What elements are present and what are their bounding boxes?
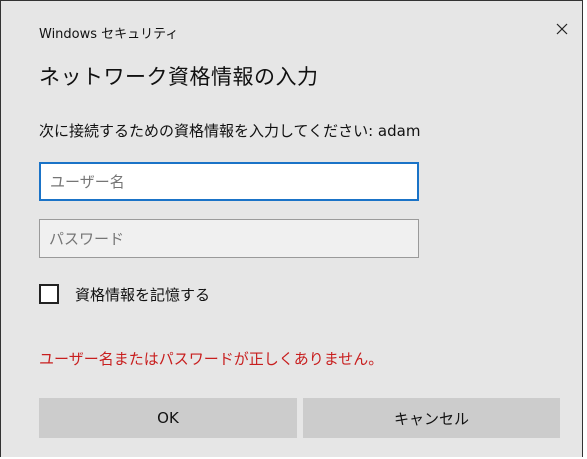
close-icon (556, 23, 568, 35)
ok-button[interactable]: OK (39, 398, 297, 438)
cancel-button[interactable]: キャンセル (303, 398, 560, 438)
close-button[interactable] (548, 15, 576, 43)
remember-credentials-checkbox[interactable] (39, 284, 59, 304)
credential-dialog: Windows セキュリティ ネットワーク資格情報の入力 次に接続するための資格… (0, 0, 583, 457)
username-input[interactable] (39, 162, 419, 201)
error-message: ユーザー名またはパスワードが正しくありません。 (39, 350, 384, 368)
dialog-heading: ネットワーク資格情報の入力 (39, 65, 319, 89)
title-bar: Windows セキュリティ (1, 1, 582, 49)
remember-credentials-label: 資格情報を記憶する (75, 285, 211, 304)
remember-credentials-option[interactable]: 資格情報を記憶する (39, 283, 210, 305)
instruction-text: 次に接続するための資格情報を入力してください: adam (39, 122, 421, 140)
window-title: Windows セキュリティ (39, 27, 179, 42)
password-input[interactable] (39, 219, 419, 258)
